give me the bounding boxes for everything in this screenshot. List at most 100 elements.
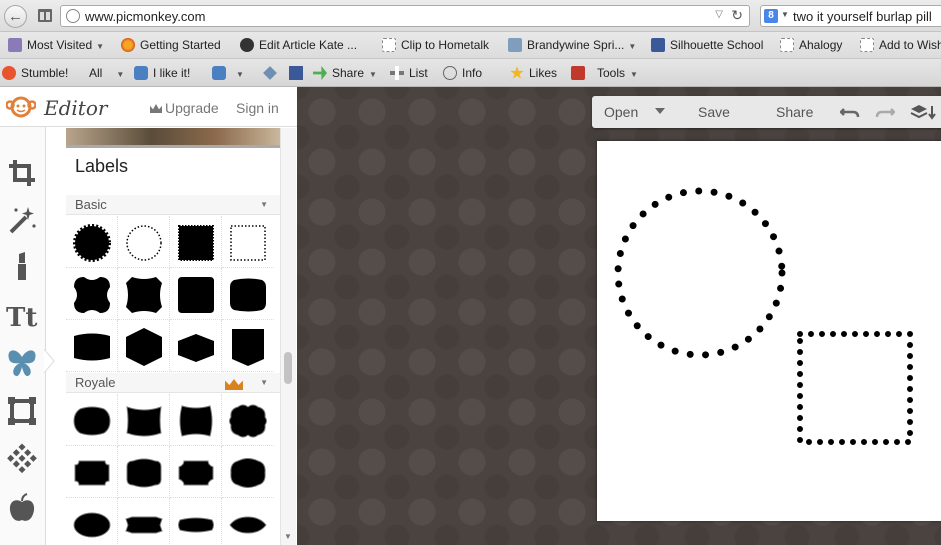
open-dropdown-icon[interactable]: [655, 108, 665, 114]
most-visited-icon: [8, 38, 22, 52]
label-shape-rounded-square[interactable]: [170, 268, 222, 320]
likes-button[interactable]: Likes: [510, 66, 557, 82]
tools-button[interactable]: Tools ▼: [571, 66, 638, 82]
chevron-down-icon[interactable]: ▼: [260, 200, 268, 209]
dislike-button[interactable]: ▼: [212, 66, 244, 82]
crop-icon[interactable]: [6, 157, 38, 189]
label-shape-stamp-square[interactable]: [170, 216, 222, 268]
search-bar[interactable]: 8 ▼ two it yourself burlap pill: [760, 5, 941, 27]
page-icon: [780, 38, 794, 52]
upgrade-link[interactable]: Upgrade: [150, 100, 219, 116]
section-basic[interactable]: Basic ▼: [66, 195, 280, 215]
dotted-square-icon: [230, 225, 266, 261]
undo-icon[interactable]: [840, 104, 860, 120]
bookmark-ahalogy[interactable]: Ahalogy: [780, 38, 842, 54]
chevron-down-icon: ▼: [96, 42, 105, 51]
open-button[interactable]: Open: [604, 104, 638, 120]
label-shape-royale-oval[interactable]: [66, 394, 118, 446]
bookmark-clip-to-hometalk[interactable]: Clip to Hometalk: [382, 38, 489, 54]
category-thumbnail[interactable]: [66, 128, 280, 148]
label-shape-royale-wide-ribbon[interactable]: [118, 498, 170, 545]
label-shape-hexagon[interactable]: [118, 320, 170, 372]
royale-slim-icon: [178, 517, 214, 533]
edit-canvas[interactable]: [597, 141, 941, 521]
url-dropdown-icon[interactable]: ▽: [715, 9, 723, 20]
scroll-down-arrow-icon[interactable]: ▼: [284, 532, 292, 541]
facebook-icon: [651, 38, 665, 52]
bookmark-edit-article[interactable]: Edit Article Kate ...: [240, 38, 357, 54]
royale-wide-oval-icon: [73, 512, 111, 538]
bookmark-getting-started[interactable]: Getting Started: [121, 38, 221, 54]
back-button[interactable]: ←: [4, 5, 27, 28]
royale-oval-icon: [73, 406, 111, 436]
panel-title: Labels: [75, 156, 129, 176]
share-button[interactable]: Share: [776, 104, 813, 120]
google-search-engine-icon[interactable]: 8: [764, 9, 778, 23]
facebook-icon: [289, 66, 303, 80]
chevron-down-icon[interactable]: ▼: [260, 378, 268, 387]
section-royale[interactable]: Royale ▼: [66, 373, 280, 393]
bulged-rect-icon: [230, 278, 266, 312]
butterfly-icon[interactable]: [6, 347, 38, 379]
frame-icon[interactable]: [6, 395, 38, 427]
dotted-square-label[interactable]: [797, 331, 913, 445]
label-shape-royale-curved[interactable]: [118, 394, 170, 446]
texture-icon[interactable]: [6, 443, 38, 475]
rounded-square-icon: [176, 277, 214, 313]
label-shape-bulged-rect[interactable]: [222, 268, 274, 320]
label-shape-quatrefoil[interactable]: [66, 268, 118, 320]
reload-icon[interactable]: ↻: [731, 7, 743, 24]
info-button[interactable]: Info: [443, 66, 482, 82]
bookmark-most-visited[interactable]: Most Visited ▼: [8, 38, 104, 54]
label-shape-royale-lozenge[interactable]: [222, 498, 274, 545]
lipstick-icon[interactable]: [6, 250, 38, 282]
share-button[interactable]: Share ▼: [313, 66, 377, 82]
like-button[interactable]: I like it!: [134, 66, 190, 82]
label-shape-royale-cloud[interactable]: [222, 446, 274, 498]
redo-icon[interactable]: [875, 104, 895, 120]
label-shape-royale-bracket[interactable]: [170, 446, 222, 498]
sign-in-link[interactable]: Sign in: [236, 100, 279, 116]
text-icon[interactable]: Tt: [6, 299, 38, 331]
save-button[interactable]: Save: [698, 104, 730, 120]
thumbs-down-icon: [212, 66, 226, 80]
layers-icon[interactable]: [910, 104, 938, 120]
royale-ornate-icon: [126, 458, 162, 488]
label-shape-banner[interactable]: [66, 320, 118, 372]
label-shape-royale-wide-oval[interactable]: [66, 498, 118, 545]
label-shape-royale-ticket[interactable]: [66, 446, 118, 498]
list-button[interactable]: List: [390, 66, 428, 82]
search-engine-dropdown-icon[interactable]: ▼: [781, 10, 789, 19]
label-shape-notched-square[interactable]: [118, 268, 170, 320]
bookmark-add-to-wish[interactable]: Add to Wish: [860, 38, 941, 54]
label-shape-royale-frame[interactable]: [170, 394, 222, 446]
apple-icon[interactable]: [6, 492, 38, 524]
site-icon: [240, 38, 254, 52]
label-shape-royale-slim[interactable]: [170, 498, 222, 545]
label-shape-dotted-circle[interactable]: [118, 216, 170, 268]
crown-icon: [225, 379, 243, 390]
active-tool-pointer-icon: [44, 349, 55, 373]
label-shape-shield[interactable]: [222, 320, 274, 372]
folder-icon: [508, 38, 522, 52]
facebook-share-button[interactable]: [289, 66, 308, 82]
bookmark-brandywine[interactable]: Brandywine Spri... ▼: [508, 38, 636, 54]
chevron-down-icon: ▼: [630, 70, 638, 79]
new-tab-grid-icon[interactable]: [38, 9, 52, 22]
stumble-button[interactable]: Stumble!: [2, 66, 68, 82]
all-dropdown[interactable]: All ▼: [89, 66, 124, 82]
label-shape-royale-scallop[interactable]: [222, 394, 274, 446]
tag-button[interactable]: [263, 66, 282, 82]
panel-scrollbar[interactable]: ▼: [280, 128, 296, 545]
label-shape-scalloped-circle[interactable]: [66, 216, 118, 268]
scrollbar-thumb[interactable]: [284, 352, 292, 384]
dotted-circle-label[interactable]: [614, 187, 786, 359]
royale-scallop-icon: [229, 404, 267, 438]
label-shape-dotted-square[interactable]: [222, 216, 274, 268]
url-bar[interactable]: www.picmonkey.com ▽ ↻: [60, 5, 750, 27]
magic-wand-icon[interactable]: [6, 204, 38, 236]
thumbs-up-icon: [134, 66, 148, 80]
label-shape-flat-hexagon[interactable]: [170, 320, 222, 372]
bookmark-silhouette-school[interactable]: Silhouette School: [651, 38, 763, 54]
label-shape-royale-ornate[interactable]: [118, 446, 170, 498]
